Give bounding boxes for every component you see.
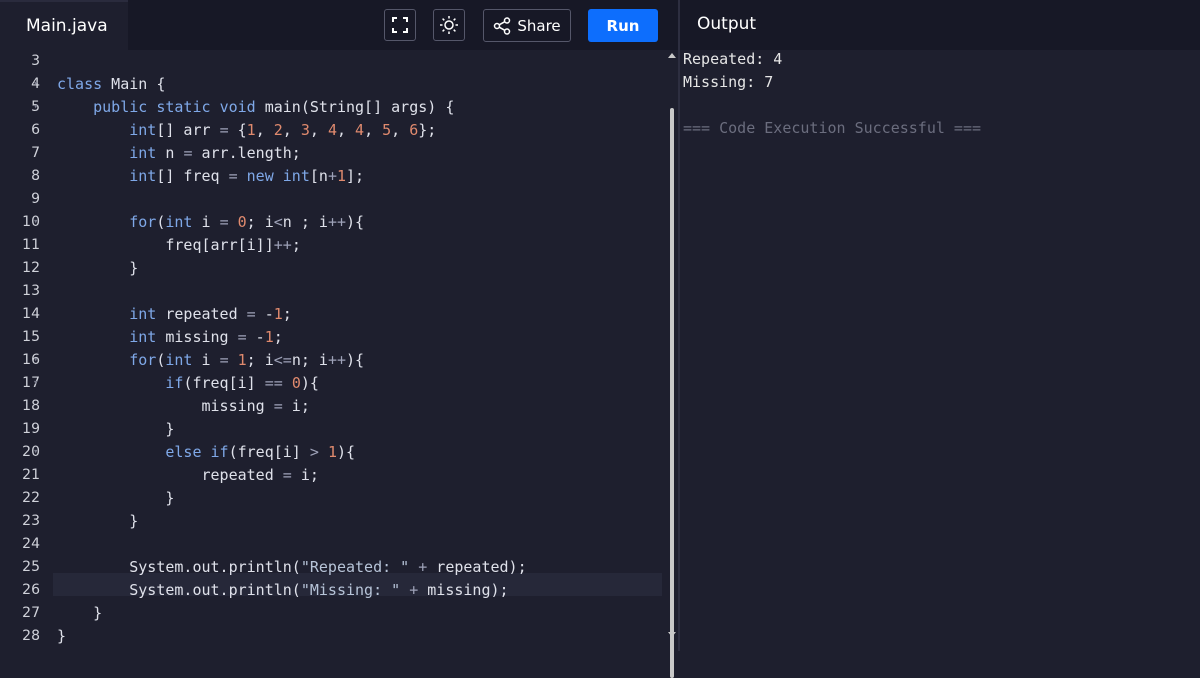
scroll-thumb[interactable]	[670, 108, 674, 678]
code-line[interactable]: 13	[0, 280, 664, 303]
output-panel: Repeated: 4 Missing: 7 === Code Execution …	[683, 50, 1200, 651]
line-number: 23	[22, 513, 40, 529]
run-label: Run	[606, 16, 640, 35]
line-number: 21	[22, 467, 40, 483]
output-line: Repeated: 4	[683, 50, 783, 68]
code-line[interactable]: 15 int missing = -1;	[0, 326, 664, 349]
sun-icon	[440, 16, 458, 34]
code-line[interactable]: 3	[0, 50, 664, 73]
code-line[interactable]: 24	[0, 533, 664, 556]
code-text: }	[57, 420, 175, 438]
code-text: int[] freq = new int[n+1];	[129, 167, 365, 185]
line-number: 26	[22, 582, 40, 598]
code-text: System.out.println("Repeated: " + repeat…	[57, 558, 527, 576]
output-line: Missing: 7	[683, 73, 774, 91]
code-line[interactable]: 27 }	[0, 602, 664, 625]
line-number: 9	[31, 191, 40, 207]
code-line[interactable]: 5 ▾ public static void main(String[] args…	[0, 96, 664, 119]
editor-scrollbar[interactable]	[666, 50, 678, 678]
line-number: 13	[22, 283, 40, 299]
line-number: 24	[22, 536, 40, 552]
line-number: 6	[31, 122, 40, 138]
code-line[interactable]: 6 int[] arr = {1, 2, 3, 4, 4, 5, 6};	[0, 119, 664, 142]
line-number: 12	[22, 260, 40, 276]
code-text: }	[57, 489, 175, 507]
line-number: 11	[22, 237, 40, 253]
code-line[interactable]: 25 System.out.println("Repeated: " + rep…	[0, 556, 664, 579]
line-number: 7	[31, 145, 40, 161]
code-text: }	[57, 604, 103, 622]
code-line[interactable]: 16 ▾ for(int i = 1; i<=n; i++){	[0, 349, 664, 372]
run-button[interactable]: Run	[588, 9, 658, 42]
code-line[interactable]: 8 int[] freq = new int[n+1];	[0, 165, 664, 188]
code-line[interactable]: 17 ▾ if(freq[i] == 0){	[0, 372, 664, 395]
line-number: 14	[22, 306, 40, 322]
share-label: Share	[517, 16, 561, 35]
line-number: 18	[22, 398, 40, 414]
fold-arrow-icon[interactable]: ▾	[33, 372, 38, 395]
code-line[interactable]: 28}	[0, 625, 664, 648]
code-line[interactable]: 26 System.out.println("Missing: " + miss…	[0, 579, 664, 602]
line-number: 22	[22, 490, 40, 506]
code-editor[interactable]: 3 4 ▾ class Main {5 ▾ public static void mai…	[0, 50, 678, 651]
code-text: }	[57, 512, 139, 530]
code-line[interactable]: 9	[0, 188, 664, 211]
fullscreen-button[interactable]	[384, 9, 416, 41]
scroll-up-icon[interactable]	[666, 50, 678, 60]
code-text: }	[57, 627, 67, 645]
code-text: int missing = -1;	[129, 328, 283, 346]
fold-arrow-icon[interactable]: ▾	[33, 349, 38, 372]
scroll-down-icon[interactable]	[666, 630, 678, 640]
line-number: 19	[22, 421, 40, 437]
fold-arrow-icon[interactable]: ▾	[33, 211, 38, 234]
code-text: else if(freq[i] > 1){	[165, 443, 356, 461]
code-line[interactable]: 21 repeated = i;	[0, 464, 664, 487]
code-line[interactable]: 4 ▾ class Main {	[0, 73, 664, 96]
line-number: 25	[22, 559, 40, 575]
code-text: System.out.println("Missing: " + missing…	[57, 581, 509, 599]
line-number: 15	[22, 329, 40, 345]
code-line[interactable]: 7 int n = arr.length;	[0, 142, 664, 165]
line-number: 8	[31, 168, 40, 184]
fold-arrow-icon[interactable]: ▾	[33, 73, 38, 96]
code-text: }	[57, 259, 139, 277]
code-text: for(int i = 1; i<=n; i++){	[129, 351, 365, 369]
code-line[interactable]: 20 ▾ else if(freq[i] > 1){	[0, 441, 664, 464]
code-text: missing = i;	[57, 397, 310, 415]
pane-divider[interactable]	[678, 0, 680, 651]
execution-status: === Code Execution Successful ===	[683, 119, 982, 137]
code-line[interactable]: 19 }	[0, 418, 664, 441]
code-text: public static void main(String[] args) {	[93, 98, 455, 116]
output-title: Output	[697, 14, 757, 34]
fullscreen-icon	[392, 17, 408, 33]
code-text: freq[arr[i]]++;	[57, 236, 301, 254]
code-line[interactable]: 18 missing = i;	[0, 395, 664, 418]
code-line[interactable]: 23 }	[0, 510, 664, 533]
theme-toggle-button[interactable]	[433, 9, 465, 41]
tab-file-label: Main.java	[26, 16, 108, 36]
code-line[interactable]: 11 freq[arr[i]]++;	[0, 234, 664, 257]
fold-arrow-icon[interactable]: ▾	[33, 96, 38, 119]
line-number: 27	[22, 605, 40, 621]
code-text: class Main {	[57, 75, 166, 93]
code-line[interactable]: 22 }	[0, 487, 664, 510]
share-button[interactable]: Share	[483, 9, 571, 42]
code-text: if(freq[i] == 0){	[165, 374, 319, 392]
code-line[interactable]: 10 ▾ for(int i = 0; i<n ; i++){	[0, 211, 664, 234]
code-line[interactable]: 12 }	[0, 257, 664, 280]
share-icon	[494, 16, 511, 35]
code-text: int repeated = -1;	[129, 305, 292, 323]
code-text: int[] arr = {1, 2, 3, 4, 4, 5, 6};	[129, 121, 437, 139]
code-text: repeated = i;	[57, 466, 319, 484]
code-text: int n = arr.length;	[129, 144, 301, 162]
code-line[interactable]: 14 int repeated = -1;	[0, 303, 664, 326]
line-number: 3	[31, 53, 40, 69]
code-text: for(int i = 0; i<n ; i++){	[129, 213, 365, 231]
line-number: 28	[22, 628, 40, 644]
fold-arrow-icon[interactable]: ▾	[33, 441, 38, 464]
tab-main-java[interactable]: Main.java	[0, 0, 128, 51]
